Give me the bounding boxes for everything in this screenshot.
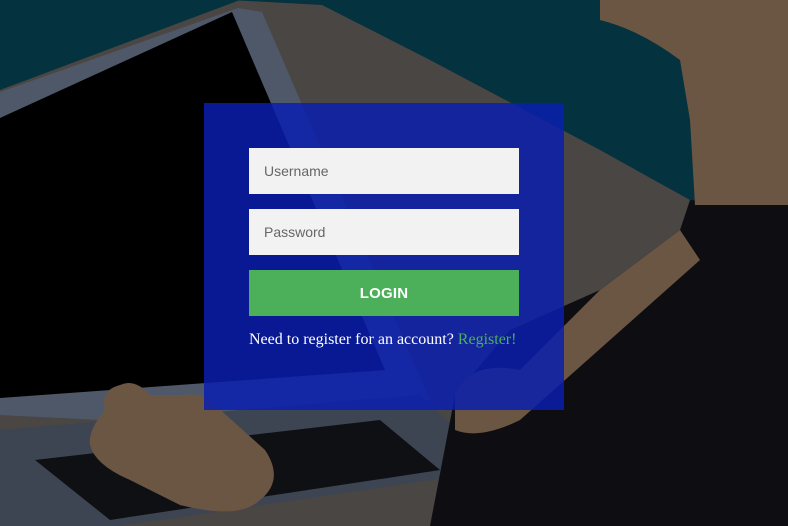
register-prompt-line: Need to register for an account? Registe… [249,331,539,349]
register-prompt-text: Need to register for an account? [249,331,454,348]
password-input[interactable] [249,209,519,255]
username-input[interactable] [249,148,519,194]
register-link[interactable]: Register! [458,331,517,348]
login-button[interactable]: LOGIN [249,270,519,316]
login-panel: LOGIN Need to register for an account? R… [204,103,564,410]
